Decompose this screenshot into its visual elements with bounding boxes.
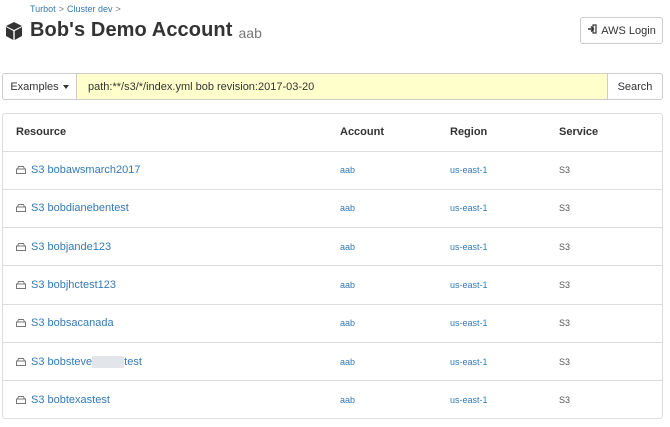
resource-link[interactable]: S3 bobsacanada xyxy=(16,317,340,329)
resource-link[interactable]: S3 bobdianebentest xyxy=(16,202,340,214)
region-link[interactable]: us-east-1 xyxy=(450,165,488,175)
hdd-icon xyxy=(16,357,26,366)
region-link[interactable]: us-east-1 xyxy=(450,318,488,328)
service-text: S3 xyxy=(559,356,571,367)
resource-name-suffix: test xyxy=(124,355,142,368)
resource-name: S3 bobsteve test xyxy=(31,356,142,368)
account-link[interactable]: aab xyxy=(340,242,355,252)
account-link[interactable]: aab xyxy=(340,203,355,213)
table-row: S3 bobtexastest aab us-east-1 S3 xyxy=(3,381,662,418)
search-button[interactable]: Search xyxy=(608,73,663,100)
table-header-row: Resource Account Region Service xyxy=(3,114,662,152)
page-header: Bob's Demo Account aab xyxy=(4,19,262,42)
account-link[interactable]: aab xyxy=(340,395,355,405)
account-link[interactable]: aab xyxy=(340,318,355,328)
resource-name: S3 bobjhctest123 xyxy=(31,279,117,292)
caret-down-icon xyxy=(62,84,69,89)
region-link[interactable]: us-east-1 xyxy=(450,280,488,290)
account-link[interactable]: aab xyxy=(340,280,355,290)
breadcrumb-separator: > xyxy=(58,4,64,14)
redacted-block xyxy=(92,355,125,368)
resource-name: S3 bobtexastest xyxy=(31,394,110,407)
hdd-icon xyxy=(16,396,26,405)
region-link[interactable]: us-east-1 xyxy=(450,242,488,252)
column-header-service[interactable]: Service xyxy=(559,114,662,152)
table-row: S3 bobjhctest123 aab us-east-1 S3 xyxy=(3,265,662,305)
results-table: Resource Account Region Service S3 bobaw… xyxy=(3,114,662,418)
service-text: S3 xyxy=(559,395,571,406)
search-input[interactable]: path:**/s3/*/index.yml bob revision:2017… xyxy=(77,73,608,100)
breadcrumb-item-turbot[interactable]: Turbot xyxy=(30,4,56,14)
service-text: S3 xyxy=(559,165,571,176)
table-row: S3 bobawsmarch2017 aab us-east-1 S3 xyxy=(3,151,662,190)
column-header-region[interactable]: Region xyxy=(450,114,559,152)
column-header-resource[interactable]: Resource xyxy=(3,114,340,152)
cube-icon xyxy=(4,21,24,41)
examples-label: Examples xyxy=(10,80,59,93)
region-link[interactable]: us-east-1 xyxy=(450,357,488,367)
table-row: S3 bobjande123 aab us-east-1 S3 xyxy=(3,227,662,267)
search-bar: Examples path:**/s3/*/index.yml bob revi… xyxy=(2,73,663,100)
hdd-icon xyxy=(16,319,26,328)
page-title: Bob's Demo Account xyxy=(30,19,233,41)
resource-name: S3 bobsacanada xyxy=(31,317,114,330)
breadcrumb-separator: > xyxy=(115,4,121,14)
resource-name: S3 bobawsmarch2017 xyxy=(31,164,141,177)
aws-login-button[interactable]: AWS Login xyxy=(580,17,663,44)
region-link[interactable]: us-east-1 xyxy=(450,395,488,405)
service-text: S3 xyxy=(559,203,571,214)
hdd-icon xyxy=(16,281,26,290)
resource-link[interactable]: S3 bobsteve test xyxy=(16,356,340,368)
service-text: S3 xyxy=(559,241,571,252)
sign-in-icon xyxy=(587,24,597,37)
account-link[interactable]: aab xyxy=(340,165,355,175)
region-link[interactable]: us-east-1 xyxy=(450,203,488,213)
resource-name: S3 bobdianebentest xyxy=(31,202,129,215)
account-link[interactable]: aab xyxy=(340,357,355,367)
examples-dropdown-button[interactable]: Examples xyxy=(2,73,77,100)
column-header-account[interactable]: Account xyxy=(340,114,450,152)
breadcrumb: Turbot > Cluster dev > xyxy=(30,4,121,14)
hdd-icon xyxy=(16,242,26,251)
resource-link[interactable]: S3 bobjhctest123 xyxy=(16,279,340,291)
resource-link[interactable]: S3 bobawsmarch2017 xyxy=(16,164,340,176)
table-row: S3 bobdianebentest aab us-east-1 S3 xyxy=(3,189,662,229)
resource-link[interactable]: S3 bobtexastest xyxy=(16,394,340,406)
resource-link[interactable]: S3 bobjande123 xyxy=(16,241,340,253)
service-text: S3 xyxy=(559,318,571,329)
breadcrumb-item-cluster[interactable]: Cluster dev xyxy=(67,4,113,14)
table-row: S3 bobsteve test aab us-east-1 S3 xyxy=(3,342,662,382)
service-text: S3 xyxy=(559,280,571,291)
account-id: aab xyxy=(238,24,262,41)
resource-name-prefix: S3 bobsteve xyxy=(31,355,93,368)
hdd-icon xyxy=(16,204,26,213)
resource-name: S3 bobjande123 xyxy=(31,240,112,253)
aws-login-label: AWS Login xyxy=(601,24,656,37)
hdd-icon xyxy=(16,166,26,175)
table-row: S3 bobsacanada aab us-east-1 S3 xyxy=(3,304,662,343)
results-panel: Resource Account Region Service S3 bobaw… xyxy=(2,113,663,419)
